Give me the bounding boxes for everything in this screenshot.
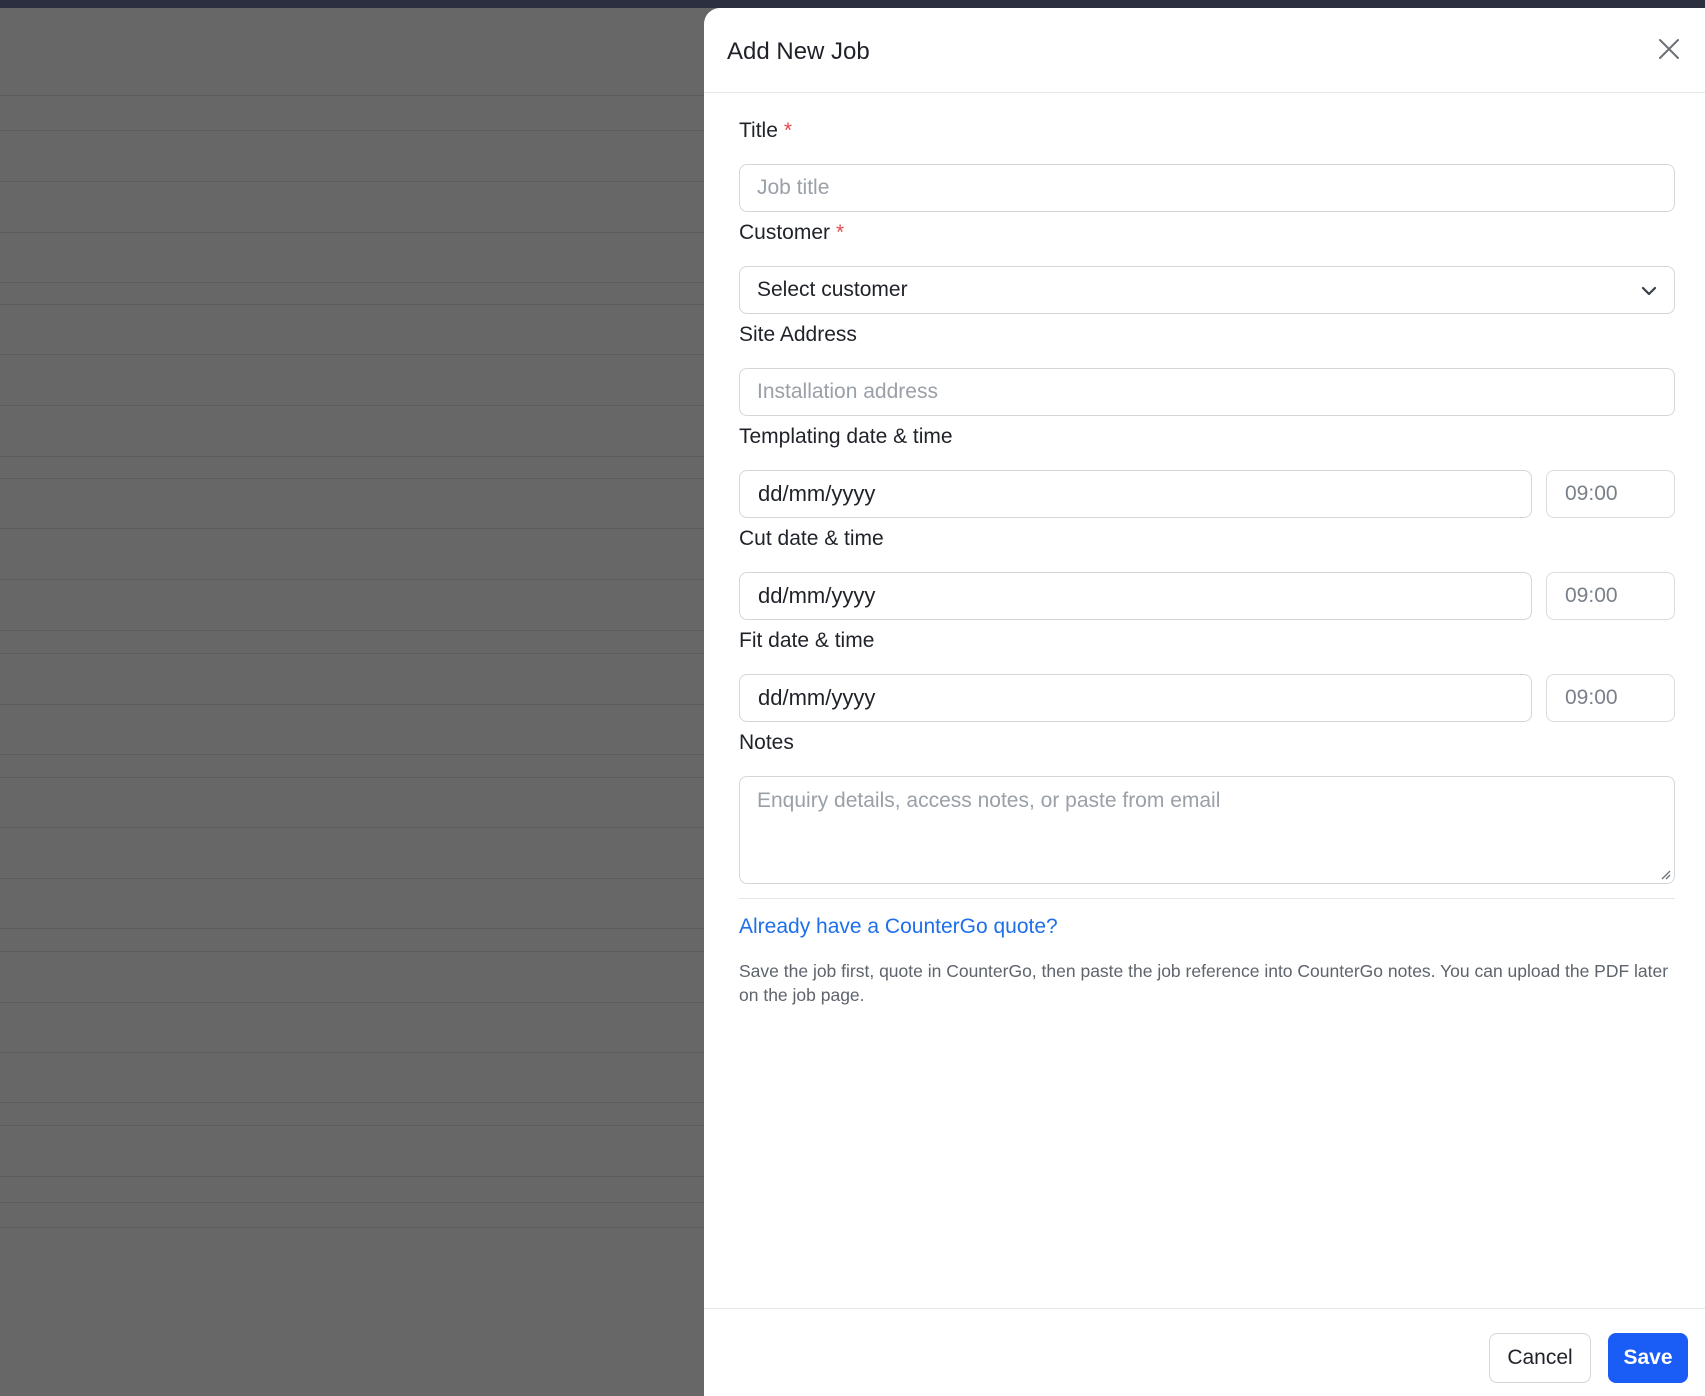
site-address-input[interactable] [739, 368, 1675, 416]
backdrop-row-divider [0, 95, 704, 96]
cut-time-input[interactable]: 09:00 [1546, 572, 1675, 620]
backdrop-row-divider [0, 1052, 704, 1053]
templating-time-input[interactable]: 09:00 [1546, 470, 1675, 518]
backdrop-row-divider [0, 304, 704, 305]
title-label-text: Title [739, 119, 778, 142]
notes-placeholder: Enquiry details, access notes, or paste … [757, 789, 1221, 812]
customer-select-value: Select customer [757, 278, 908, 301]
resize-grip-icon[interactable] [1659, 868, 1671, 880]
backdrop-row-divider [0, 704, 704, 705]
backdrop-row-divider [0, 928, 704, 929]
top-app-bar [0, 0, 1705, 8]
cut-label: Cut date & time [739, 527, 884, 550]
title-input[interactable] [739, 164, 1675, 212]
title-label: Title * [739, 119, 792, 143]
backdrop-row-divider [0, 827, 704, 828]
backdrop-row-divider [0, 405, 704, 406]
drawer-title: Add New Job [727, 38, 870, 65]
drawer-footer: Cancel Save [704, 1308, 1705, 1396]
backdrop-row-divider [0, 653, 704, 654]
backdrop-row-divider [0, 1202, 704, 1203]
chevron-down-icon [1641, 286, 1657, 296]
backdrop-row-divider [0, 1176, 704, 1177]
fit-label: Fit date & time [739, 629, 875, 652]
backdrop-row-divider [0, 1002, 704, 1003]
section-divider [739, 898, 1675, 899]
required-mark: * [783, 119, 793, 142]
modal-backdrop[interactable] [0, 8, 704, 1396]
cancel-button[interactable]: Cancel [1489, 1333, 1591, 1383]
customer-label-text: Customer [739, 221, 831, 244]
cut-date-input[interactable]: dd/mm/yyyy [739, 572, 1532, 620]
backdrop-row-divider [0, 630, 704, 631]
drawer-header: Add New Job [704, 8, 1705, 93]
backdrop-row-divider [0, 528, 704, 529]
fit-date-input[interactable]: dd/mm/yyyy [739, 674, 1532, 722]
countergo-help-text: Save the job first, quote in CounterGo, … [739, 961, 1669, 1005]
close-icon [1659, 39, 1679, 59]
add-job-drawer: Add New Job Title* Customer* Select cust… [704, 8, 1705, 1396]
backdrop-row-divider [0, 181, 704, 182]
backdrop-row-divider [0, 777, 704, 778]
backdrop-row-divider [0, 579, 704, 580]
notes-textarea[interactable]: Enquiry details, access notes, or paste … [739, 776, 1675, 884]
site-address-label: Site Address [739, 323, 857, 346]
customer-select[interactable]: Select customer [739, 266, 1675, 314]
templating-date-input[interactable]: dd/mm/yyyy [739, 470, 1532, 518]
backdrop-row-divider [0, 1125, 704, 1126]
backdrop-row-divider [0, 456, 704, 457]
countergo-quote-link[interactable]: Already have a CounterGo quote? [739, 915, 1058, 939]
backdrop-row-divider [0, 1102, 704, 1103]
backdrop-row-divider [0, 130, 704, 131]
templating-label: Templating date & time [739, 425, 953, 448]
backdrop-row-divider [0, 754, 704, 755]
fit-time-input[interactable]: 09:00 [1546, 674, 1675, 722]
backdrop-row-divider [0, 1227, 704, 1228]
backdrop-row-divider [0, 951, 704, 952]
backdrop-row-divider [0, 232, 704, 233]
customer-label: Customer * [739, 221, 844, 245]
backdrop-row-divider [0, 878, 704, 879]
notes-label: Notes [739, 731, 794, 754]
save-button[interactable]: Save [1608, 1333, 1688, 1383]
close-button[interactable] [1654, 34, 1684, 64]
backdrop-row-divider [0, 354, 704, 355]
backdrop-row-divider [0, 282, 704, 283]
required-mark: * [836, 221, 845, 244]
backdrop-row-divider [0, 478, 704, 479]
